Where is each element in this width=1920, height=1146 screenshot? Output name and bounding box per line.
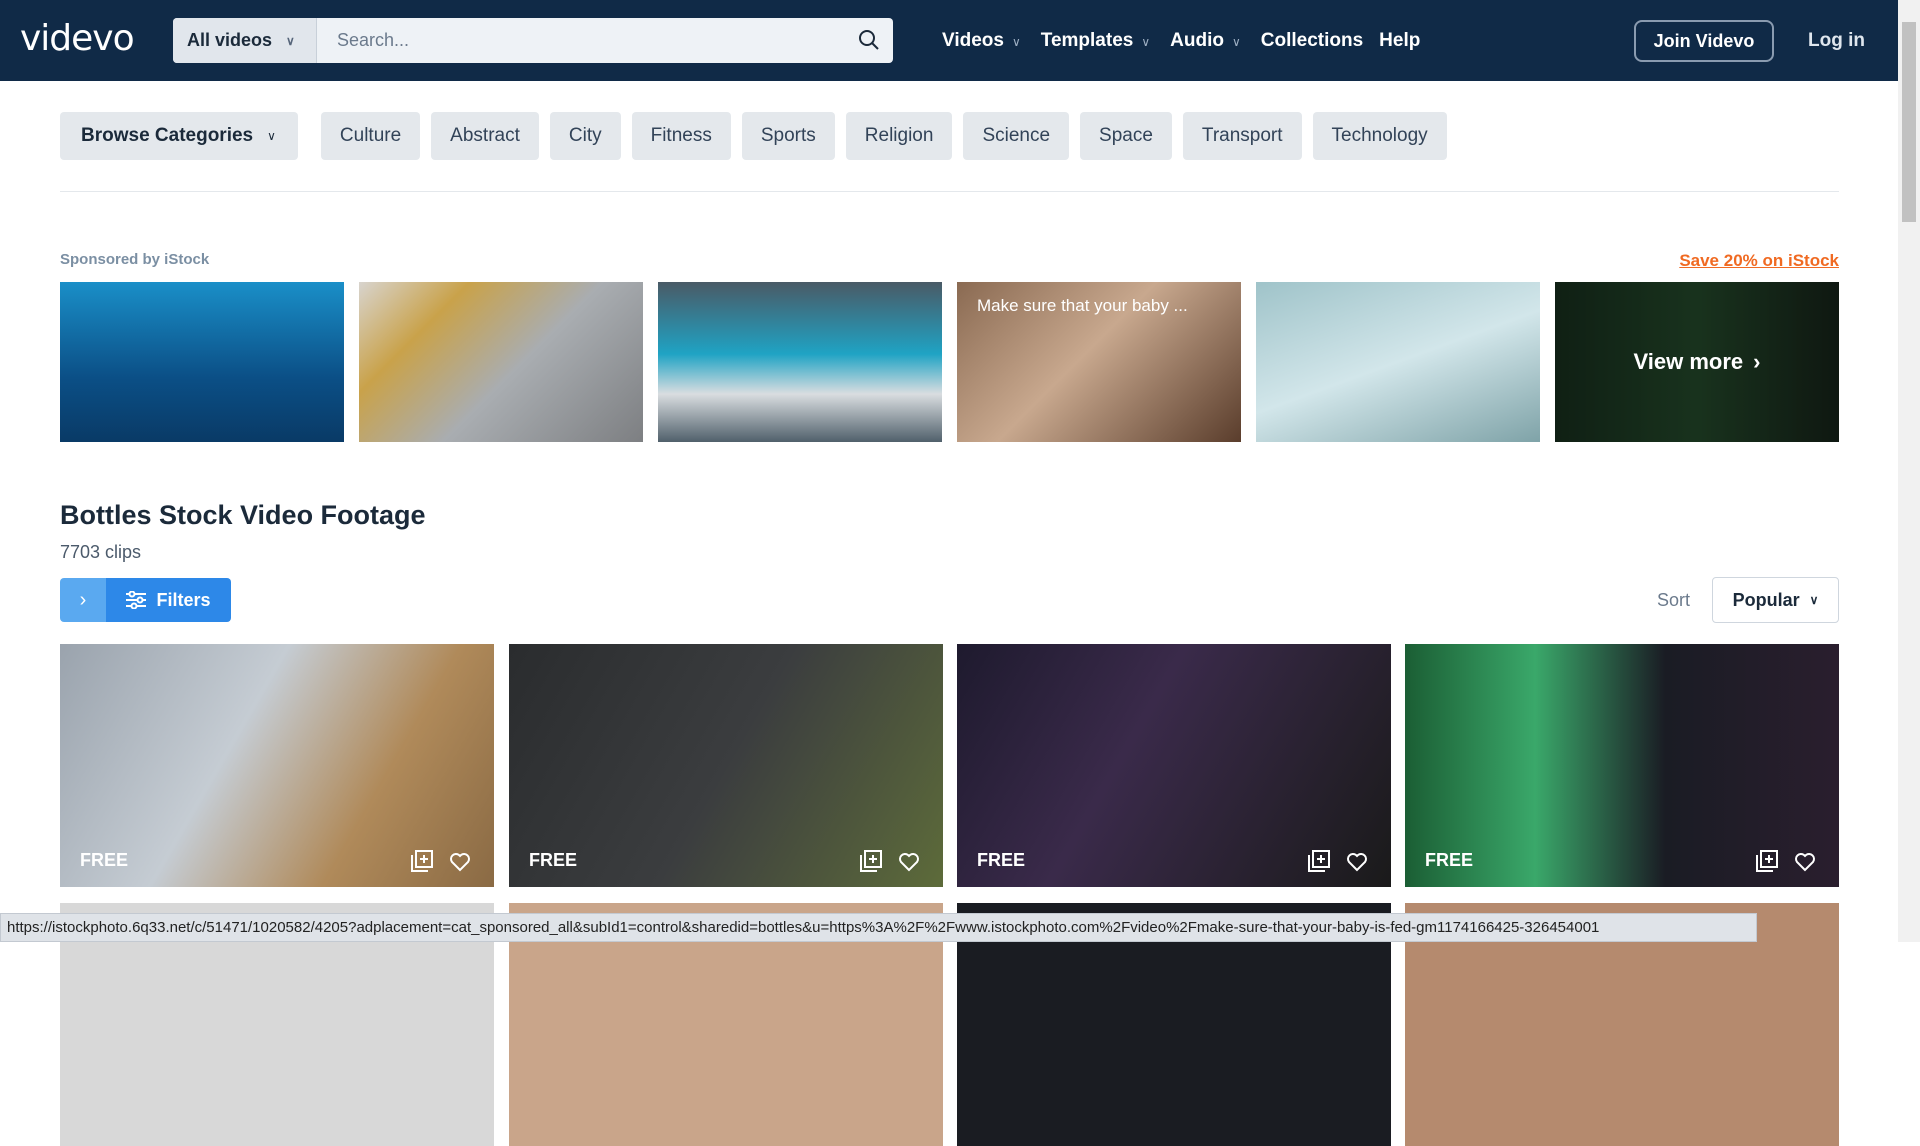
category-fitness[interactable]: Fitness [631, 112, 731, 160]
status-bar-url: https://istockphoto.6q33.net/c/51471/102… [0, 913, 1757, 942]
free-badge: FREE [529, 850, 578, 870]
browse-categories-button[interactable]: Browse Categories ∨ [60, 112, 298, 160]
video-card[interactable]: FREE [509, 644, 943, 887]
join-button[interactable]: Join Videvo [1634, 20, 1774, 62]
chevron-down-icon: ∨ [1141, 34, 1151, 49]
search-scope-select[interactable]: All videos ∨ [173, 18, 317, 63]
free-badge: FREE [1425, 850, 1474, 870]
add-to-collection-icon[interactable] [1755, 849, 1779, 873]
heart-icon[interactable] [448, 849, 472, 873]
free-badge: FREE [80, 850, 129, 870]
nav-videos[interactable]: Videos ∨ [942, 30, 1021, 52]
search-input[interactable] [317, 18, 893, 63]
chevron-down-icon: ∨ [267, 129, 276, 143]
category-abstract[interactable]: Abstract [431, 112, 539, 160]
filters-button[interactable]: Filters [106, 578, 231, 622]
search-scope-label: All videos [187, 30, 273, 50]
nav-help[interactable]: Help [1379, 30, 1420, 52]
category-city[interactable]: City [549, 112, 621, 160]
video-card[interactable]: FREE [1405, 644, 1839, 887]
clip-count: 7703 clips [60, 542, 142, 562]
video-card[interactable]: FREE [957, 644, 1391, 887]
scrollbar-thumb[interactable] [1902, 22, 1916, 222]
chevron-down-icon: ∨ [1809, 593, 1819, 607]
chevron-down-icon: ∨ [286, 33, 295, 48]
sponsored-label: Sponsored by iStock [60, 251, 210, 268]
view-more-thumb[interactable]: View more › [1555, 282, 1839, 442]
category-transport[interactable]: Transport [1182, 112, 1302, 160]
category-religion[interactable]: Religion [845, 112, 953, 160]
chevron-right-icon: › [1753, 349, 1761, 374]
category-sports[interactable]: Sports [741, 112, 835, 160]
add-to-collection-icon[interactable] [1307, 849, 1331, 873]
search-icon[interactable] [857, 28, 881, 52]
filters-control: › Filters [60, 578, 231, 622]
divider [60, 191, 1839, 192]
sponsored-thumb[interactable] [60, 282, 344, 442]
heart-icon[interactable] [1793, 849, 1817, 873]
video-card[interactable]: FREE [60, 644, 494, 887]
add-to-collection-icon[interactable] [859, 849, 883, 873]
nav-templates[interactable]: Templates ∨ [1041, 30, 1150, 52]
sponsored-thumb[interactable]: Make sure that your baby ... [957, 282, 1241, 442]
chevron-down-icon: ∨ [1231, 34, 1241, 49]
page-title: Bottles Stock Video Footage [60, 500, 426, 530]
scrollbar[interactable] [1898, 0, 1920, 942]
thumb-title: Make sure that your baby ... [977, 296, 1188, 315]
add-to-collection-icon[interactable] [410, 849, 434, 873]
category-culture[interactable]: Culture [320, 112, 421, 160]
category-science[interactable]: Science [963, 112, 1070, 160]
category-bar: Browse Categories ∨ Culture Abstract City… [60, 112, 1447, 160]
sponsored-thumb[interactable] [1256, 282, 1540, 442]
sponsored-thumb[interactable] [658, 282, 942, 442]
sliders-icon [126, 591, 147, 609]
view-more-label: View more [1633, 349, 1744, 374]
heart-icon[interactable] [1345, 849, 1369, 873]
sort-select[interactable]: Popular ∨ [1712, 577, 1839, 623]
top-nav: videvo All videos ∨ Videos∨ Templates∨ Au… [0, 0, 1898, 81]
nav-audio[interactable]: Audio ∨ [1170, 30, 1241, 52]
save-istock-link[interactable]: Save 20% on iStock [1679, 251, 1839, 271]
free-badge: FREE [977, 850, 1026, 870]
nav-collections[interactable]: Collections [1261, 30, 1363, 52]
login-link[interactable]: Log in [1808, 30, 1865, 52]
chevron-down-icon: ∨ [1011, 34, 1021, 49]
heart-icon[interactable] [897, 849, 921, 873]
search-bar: All videos ∨ [173, 18, 893, 63]
logo[interactable]: videvo [20, 18, 135, 59]
sort-label: Sort [1657, 590, 1691, 610]
sponsored-thumb[interactable] [359, 282, 643, 442]
expand-filters-button[interactable]: › [60, 578, 106, 622]
category-technology[interactable]: Technology [1312, 112, 1447, 160]
category-space[interactable]: Space [1080, 112, 1172, 160]
